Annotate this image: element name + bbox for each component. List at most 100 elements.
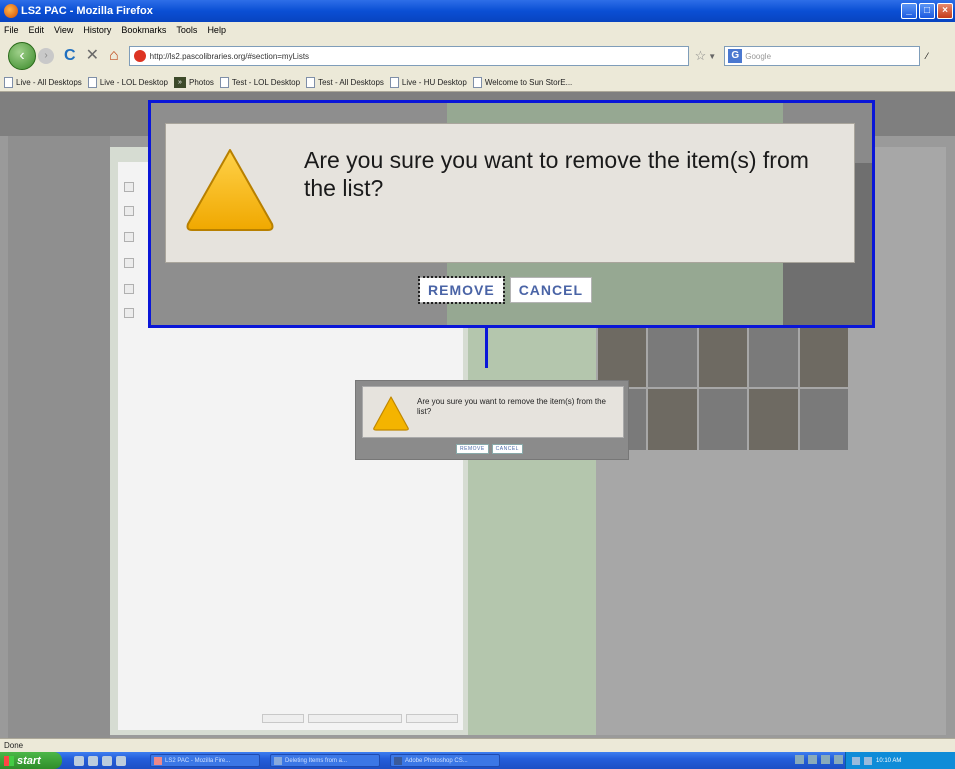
bookmark-label: Live - LOL Desktop xyxy=(99,78,168,87)
menu-bookmarks[interactable]: Bookmarks xyxy=(121,25,166,35)
menu-edit[interactable]: Edit xyxy=(29,25,45,35)
cover-image-grid xyxy=(598,326,848,450)
cover-image xyxy=(698,326,748,387)
remove-button[interactable]: REMOVE xyxy=(418,276,505,304)
document-icon xyxy=(274,756,282,765)
firefox-icon xyxy=(4,4,18,18)
bookmark-star-icon[interactable]: ☆ xyxy=(695,48,707,64)
cover-image xyxy=(648,326,697,387)
item-checkbox[interactable] xyxy=(124,232,134,242)
callout-connector xyxy=(485,328,488,368)
cover-image xyxy=(799,389,848,450)
tray-icon[interactable] xyxy=(795,755,804,764)
item-checkbox[interactable] xyxy=(124,206,134,216)
menu-view[interactable]: View xyxy=(54,25,73,35)
cover-image xyxy=(698,389,748,450)
quick-launch-icon[interactable] xyxy=(102,755,112,766)
back-button[interactable]: ‹ xyxy=(8,42,36,70)
warning-icon xyxy=(373,396,409,431)
quick-launch xyxy=(74,755,126,766)
bookmark-label: Welcome to Sun StorE... xyxy=(484,78,573,87)
search-placeholder[interactable]: Google xyxy=(745,52,771,61)
photos-icon: » xyxy=(174,77,186,88)
window-controls: _ □ × xyxy=(901,3,953,19)
search-box[interactable]: G Google xyxy=(724,46,921,66)
forward-button[interactable]: › xyxy=(38,48,54,64)
confirm-dialog-body: Are you sure you want to remove the item… xyxy=(362,386,624,438)
chevron-down-icon[interactable]: ▼ xyxy=(708,52,716,61)
cancel-button[interactable]: CANCEL xyxy=(491,444,523,454)
bookmark-item[interactable]: Live - All Desktops xyxy=(4,77,82,88)
address-text[interactable]: http://ls2.pascolibraries.org/#section=m… xyxy=(150,52,309,61)
windows-flag-icon xyxy=(4,755,14,766)
item-checkbox[interactable] xyxy=(124,284,134,294)
bookmark-item[interactable]: Test - LOL Desktop xyxy=(219,77,300,88)
taskbar-button-label: Deleting Items from a... xyxy=(285,757,348,764)
taskbar-button-label: Adobe Photoshop CS... xyxy=(405,757,468,764)
taskbar-button[interactable]: Deleting Items from a... xyxy=(270,754,380,767)
cover-image xyxy=(749,326,798,387)
menu-file[interactable]: File xyxy=(4,25,19,35)
page-sidebar xyxy=(8,136,110,738)
item-checkbox[interactable] xyxy=(124,182,134,192)
home-icon[interactable]: ⌂ xyxy=(109,48,119,64)
tray-icon[interactable] xyxy=(834,755,843,764)
status-text: Done xyxy=(4,741,24,750)
quick-launch-icon[interactable] xyxy=(88,755,98,766)
taskbar-button[interactable]: Adobe Photoshop CS... xyxy=(390,754,500,767)
cover-image xyxy=(749,389,798,450)
item-checkbox[interactable] xyxy=(124,308,134,318)
clock: 10:10 AM xyxy=(876,757,902,764)
quick-launch-icon[interactable] xyxy=(116,755,126,766)
zoomed-dialog-body: Are you sure you want to remove the item… xyxy=(165,123,855,263)
bookmark-label: Photos xyxy=(189,78,214,87)
start-button[interactable]: start xyxy=(0,752,62,769)
maximize-button[interactable]: □ xyxy=(919,3,935,19)
tray-icon[interactable] xyxy=(808,755,817,764)
list-action-link[interactable] xyxy=(406,714,458,723)
menu-history[interactable]: History xyxy=(83,25,111,35)
tray-icon[interactable] xyxy=(864,756,872,765)
taskbar-button-label: LS2 PAC - Mozilla Fire... xyxy=(165,757,231,764)
item-checkbox[interactable] xyxy=(124,258,134,268)
minimize-button[interactable]: _ xyxy=(901,3,917,19)
quick-launch-icon[interactable] xyxy=(74,755,84,766)
cover-image xyxy=(598,326,647,387)
reload-icon[interactable]: C xyxy=(64,48,76,64)
tray-icon[interactable] xyxy=(821,755,830,764)
bookmark-item[interactable]: Live - HU Desktop xyxy=(389,77,467,88)
tray-icons xyxy=(795,755,843,764)
cover-image xyxy=(799,326,848,387)
remove-button[interactable]: REMOVE xyxy=(456,444,489,454)
bookmark-item[interactable]: Test - All Desktops xyxy=(306,77,384,88)
window-title: LS2 PAC - Mozilla Firefox xyxy=(21,5,153,17)
page-icon xyxy=(306,77,316,88)
bookmark-item[interactable]: Welcome to Sun StorE... xyxy=(472,77,573,88)
page-icon xyxy=(87,77,97,88)
site-favicon-icon xyxy=(133,50,146,62)
tray-icon[interactable] xyxy=(852,756,860,765)
address-bar[interactable]: http://ls2.pascolibraries.org/#section=m… xyxy=(128,46,689,66)
bookmark-item[interactable]: Live - LOL Desktop xyxy=(87,77,168,88)
photoshop-icon xyxy=(394,756,402,765)
menu-help[interactable]: Help xyxy=(207,25,226,35)
stop-icon[interactable]: ✕ xyxy=(86,48,99,64)
menu-bar: File Edit View History Bookmarks Tools H… xyxy=(0,22,955,38)
confirm-message: Are you sure you want to remove the item… xyxy=(417,397,606,416)
taskbar-button[interactable]: LS2 PAC - Mozilla Fire... xyxy=(150,754,260,767)
status-bar: Done xyxy=(0,738,955,752)
start-label: start xyxy=(17,754,41,767)
list-action-link[interactable] xyxy=(262,714,304,723)
bookmarks-toolbar: Live - All Desktops Live - LOL Desktop »… xyxy=(0,74,955,92)
bookmark-label: Test - All Desktops xyxy=(318,78,384,87)
menu-tools[interactable]: Tools xyxy=(176,25,197,35)
bookmark-item[interactable]: » Photos xyxy=(174,77,214,88)
cancel-button[interactable]: CANCEL xyxy=(509,277,593,303)
close-button[interactable]: × xyxy=(937,3,953,19)
google-icon[interactable]: G xyxy=(728,49,743,63)
confirm-dialog: Are you sure you want to remove the item… xyxy=(355,380,629,460)
page-icon xyxy=(389,77,399,88)
search-go-icon[interactable]: ⁄ xyxy=(926,51,928,61)
navigation-toolbar: ‹ › C ✕ ⌂ http://ls2.pascolibraries.org/… xyxy=(0,38,955,74)
list-action-link[interactable] xyxy=(308,714,402,723)
